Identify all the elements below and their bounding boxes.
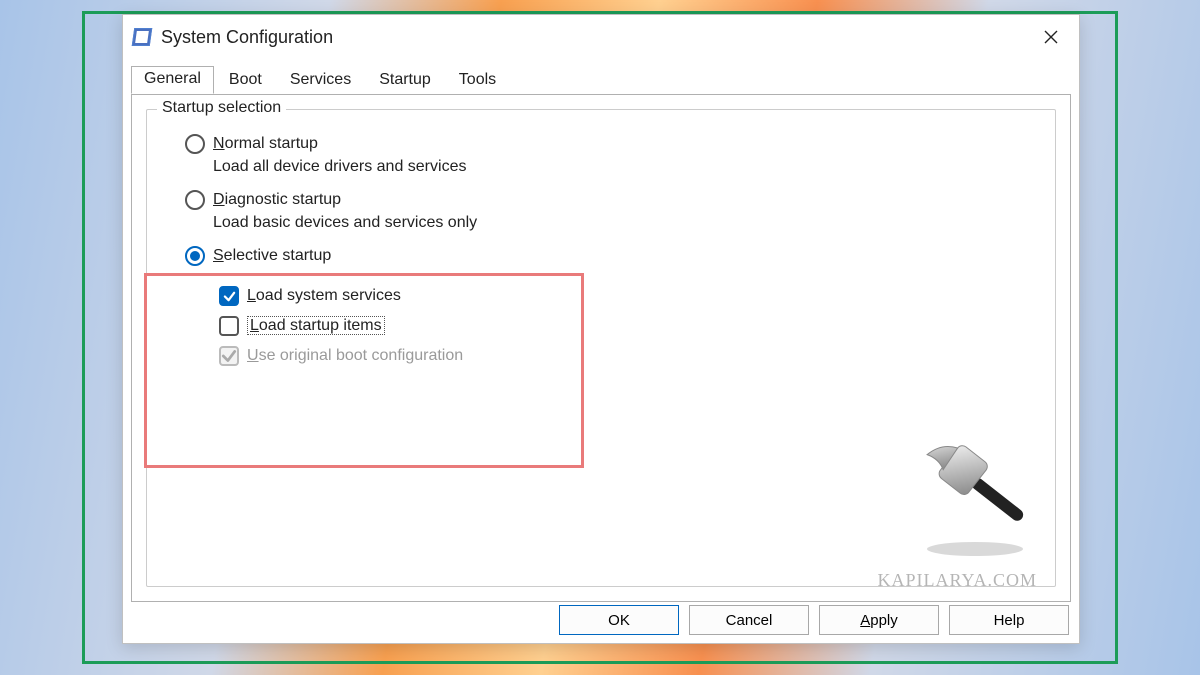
radio-selective-startup[interactable]: Selective startup [185, 246, 1035, 266]
checkbox-label: Load startup items [247, 317, 385, 335]
tab-boot[interactable]: Boot [216, 67, 275, 94]
titlebar: System Configuration [123, 15, 1079, 59]
close-button[interactable] [1023, 15, 1079, 59]
checkbox-load-startup-items[interactable]: Load startup items [219, 316, 1035, 336]
radio-normal-startup[interactable]: Normal startup [185, 134, 1035, 154]
group-startup-selection: Startup selection Normal startup Load al… [146, 109, 1056, 587]
checkbox-label: Use original boot configuration [247, 347, 463, 365]
group-title: Startup selection [157, 99, 286, 117]
checkbox-icon [219, 286, 239, 306]
radio-label: Selective startup [213, 247, 331, 265]
tab-general[interactable]: General [131, 66, 214, 94]
system-configuration-window: System Configuration General Boot Servic… [122, 14, 1080, 644]
radio-diagnostic-startup[interactable]: Diagnostic startup [185, 190, 1035, 210]
radio-normal-desc: Load all device drivers and services [213, 158, 1035, 176]
checkbox-icon [219, 346, 239, 366]
cancel-button[interactable]: Cancel [689, 605, 809, 635]
checkbox-label: Load system services [247, 287, 401, 305]
checkbox-use-original-boot-config: Use original boot configuration [219, 346, 1035, 366]
dialog-button-row: OK Cancel Apply Help [559, 605, 1069, 635]
tab-bar: General Boot Services Startup Tools [123, 59, 1079, 94]
radio-label: Normal startup [213, 135, 318, 153]
radio-icon [185, 190, 205, 210]
radio-label: Diagnostic startup [213, 191, 341, 209]
apply-button[interactable]: Apply [819, 605, 939, 635]
tab-tools[interactable]: Tools [446, 67, 509, 94]
msconfig-icon [132, 28, 153, 46]
radio-diagnostic-desc: Load basic devices and services only [213, 214, 1035, 232]
window-title: System Configuration [161, 27, 1023, 48]
radio-icon [185, 246, 205, 266]
radio-icon [185, 134, 205, 154]
close-icon [1044, 30, 1058, 44]
ok-button[interactable]: OK [559, 605, 679, 635]
tab-startup[interactable]: Startup [366, 67, 444, 94]
tab-panel-general: Startup selection Normal startup Load al… [131, 94, 1071, 602]
help-button[interactable]: Help [949, 605, 1069, 635]
tab-services[interactable]: Services [277, 67, 364, 94]
checkbox-load-system-services[interactable]: Load system services [219, 286, 1035, 306]
checkbox-icon [219, 316, 239, 336]
